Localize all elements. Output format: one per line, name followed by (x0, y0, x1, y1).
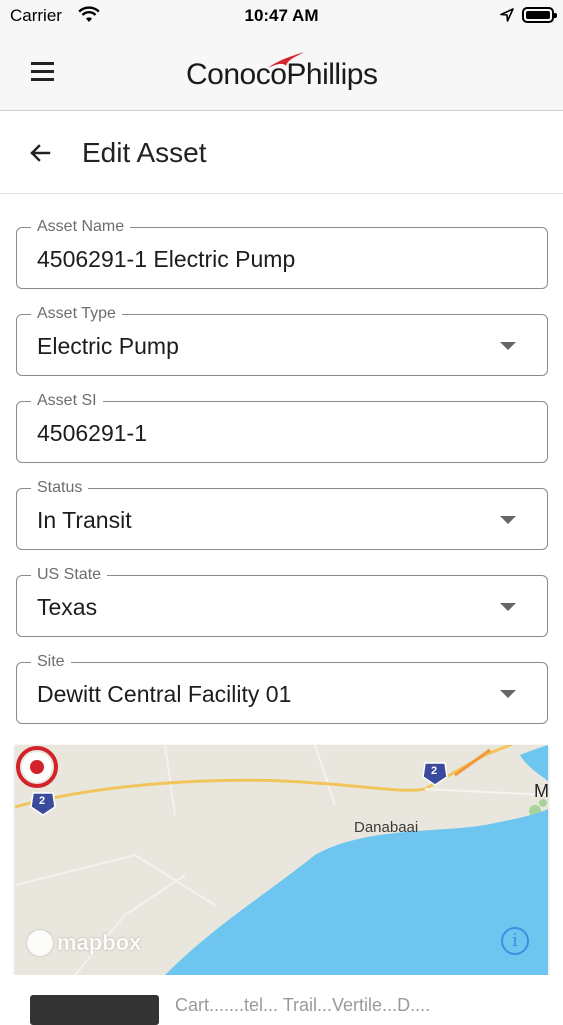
back-arrow-icon[interactable] (28, 141, 52, 165)
dropdown-arrow-icon[interactable] (500, 603, 516, 611)
asset-name-label: Asset Name (31, 217, 131, 237)
map-place-label-partial: M (534, 781, 548, 801)
site-label: Site (31, 652, 71, 672)
asset-si-label: Asset SI (31, 391, 103, 411)
bottom-cut-off-text: Cart.......tel... Trail...Vertile...D...… (175, 995, 431, 1015)
logo-swoosh-icon (268, 52, 304, 68)
asset-type-label: Asset Type (31, 304, 122, 324)
map-place-label: Danabaai (354, 819, 419, 836)
bottom-section: Cart.......tel... Trail...Vertile...D...… (0, 975, 563, 1025)
location-map[interactable]: 2 2 Danabaai M mapbox i (15, 745, 548, 975)
asset-si-input[interactable]: 4506291-1 (37, 420, 507, 447)
mapbox-attribution-logo[interactable]: mapbox (27, 928, 141, 958)
page-title: Edit Asset (82, 137, 207, 168)
site-select[interactable]: Site Dewitt Central Facility 01 (16, 652, 548, 724)
status-bar: Carrier 10:47 AM (0, 0, 563, 32)
dropdown-arrow-icon[interactable] (500, 690, 516, 698)
asset-name-input[interactable]: 4506291-1 Electric Pump (37, 246, 507, 273)
site-value: Dewitt Central Facility 01 (37, 681, 292, 707)
status-label: Status (31, 478, 89, 498)
dropdown-arrow-icon[interactable] (500, 516, 516, 524)
mapbox-icon (27, 930, 53, 956)
battery-icon (522, 7, 557, 23)
location-marker-icon[interactable] (15, 745, 59, 789)
status-value: In Transit (37, 507, 132, 533)
clock: 10:47 AM (244, 6, 319, 25)
asset-type-select[interactable]: Asset Type Electric Pump (16, 304, 548, 376)
page-header: Edit Asset (0, 111, 563, 194)
road-shield-label: 2 (431, 765, 438, 777)
us-state-value: Texas (37, 594, 98, 620)
status-select[interactable]: Status In Transit (16, 478, 548, 550)
asset-name-field[interactable]: Asset Name 4506291-1 Electric Pump (16, 217, 548, 289)
asset-si-field[interactable]: Asset SI 4506291-1 (16, 391, 548, 463)
hamburger-menu-icon[interactable] (31, 62, 57, 82)
us-state-select[interactable]: US State Texas (16, 565, 548, 637)
info-icon[interactable]: i (501, 927, 529, 955)
dropdown-arrow-icon[interactable] (500, 342, 516, 350)
mapbox-wordmark: mapbox (57, 930, 142, 955)
us-state-label: US State (31, 565, 108, 585)
road-shield-label: 2 (39, 795, 46, 807)
conocophillips-logo: ConocoPhillips (186, 52, 378, 92)
location-services-icon (500, 8, 514, 22)
asset-type-value: Electric Pump (37, 333, 179, 359)
